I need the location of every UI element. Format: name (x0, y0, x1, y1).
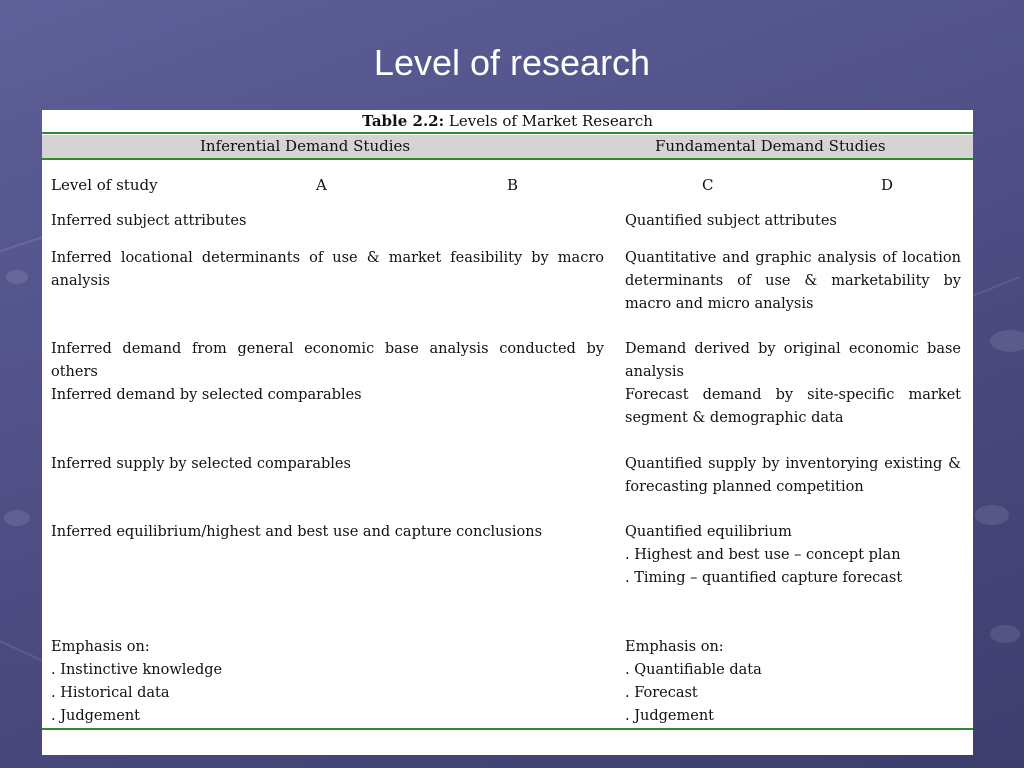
caption-label: Table 2.2: (362, 112, 445, 130)
cell-line: . Quantifiable data (625, 662, 762, 678)
cell-line: Inferred supply by selected comparables (51, 456, 351, 472)
cell-line: . Instinctive knowledge (51, 662, 223, 678)
cell-line: Inferred demand from general economic ba… (51, 341, 604, 380)
bottom-rule (42, 728, 973, 730)
table-caption: Table 2.2: Levels of Market Research (42, 112, 973, 130)
cell-line: . Judgement (51, 708, 141, 724)
header-rule (42, 158, 973, 160)
cell-line: Demand derived by original economic base… (625, 341, 961, 380)
cell-line: . Timing – quantified capture forecast (625, 570, 903, 586)
level-d: D (881, 176, 894, 194)
table-row-left: Inferred locational determinants of use … (51, 247, 604, 293)
table-row-right: Emphasis on: . Quantifiable data . Forec… (625, 636, 961, 728)
cell-line: Emphasis on: (51, 639, 150, 655)
table-row-right: Quantified equilibrium . Highest and bes… (625, 521, 961, 590)
top-rule (42, 132, 973, 134)
cell-line: Emphasis on: (625, 639, 724, 655)
background-orb (990, 330, 1024, 352)
table-row-left: Inferred demand from general economic ba… (51, 338, 604, 384)
cell-line: Quantitative and graphic analysis of loc… (625, 250, 961, 312)
table-row-right: Quantitative and graphic analysis of loc… (625, 247, 961, 316)
cell-line: . Historical data (51, 685, 170, 701)
cell-line: Quantified supply by inventorying existi… (625, 456, 961, 495)
table-row-left: Inferred supply by selected comparables (51, 453, 604, 476)
table-row-right: Quantified supply by inventorying existi… (625, 453, 961, 499)
level-c: C (702, 176, 714, 194)
background-orb (6, 270, 28, 284)
background-streak (0, 640, 46, 664)
cell-line: Forecast demand by site-specific market … (625, 387, 961, 426)
column-header-band: Inferential Demand Studies Fundamental D… (42, 135, 973, 158)
table-row-left: Emphasis on: . Instinctive knowledge . H… (51, 636, 604, 728)
background-orb (990, 625, 1020, 643)
cell-line: Inferred equilibrium/highest and best us… (51, 524, 543, 540)
cell-line: Inferred locational determinants of use … (51, 250, 604, 289)
caption-text: Levels of Market Research (448, 112, 653, 130)
cell-line: . Forecast (625, 685, 698, 701)
table-row-right: Demand derived by original economic base… (625, 338, 961, 384)
cell-line: Quantified equilibrium (625, 524, 792, 540)
table-row-left: Inferred subject attributes (51, 210, 604, 233)
cell-line: Inferred demand by selected comparables (51, 387, 362, 403)
table-row-right: Quantified subject attributes (625, 210, 961, 233)
background-orb (975, 505, 1009, 525)
table-row-left: Inferred demand by selected comparables (51, 384, 604, 407)
background-orb (4, 510, 30, 526)
cell-line: Quantified subject attributes (625, 213, 837, 229)
level-b: B (507, 176, 519, 194)
table-row-left: Inferred equilibrium/highest and best us… (51, 521, 604, 544)
table-row-right: Forecast demand by site-specific market … (625, 384, 961, 430)
header-inferential: Inferential Demand Studies (200, 137, 411, 155)
level-of-study-label: Level of study (51, 176, 158, 194)
cell-line: Inferred subject attributes (51, 213, 247, 229)
slide-title: Level of research (373, 42, 651, 83)
header-fundamental: Fundamental Demand Studies (655, 137, 886, 155)
cell-line: . Judgement (625, 708, 715, 724)
level-a: A (316, 176, 327, 194)
cell-line: . Highest and best use – concept plan (625, 547, 901, 563)
market-research-table: Table 2.2: Levels of Market Research Inf… (42, 110, 973, 755)
